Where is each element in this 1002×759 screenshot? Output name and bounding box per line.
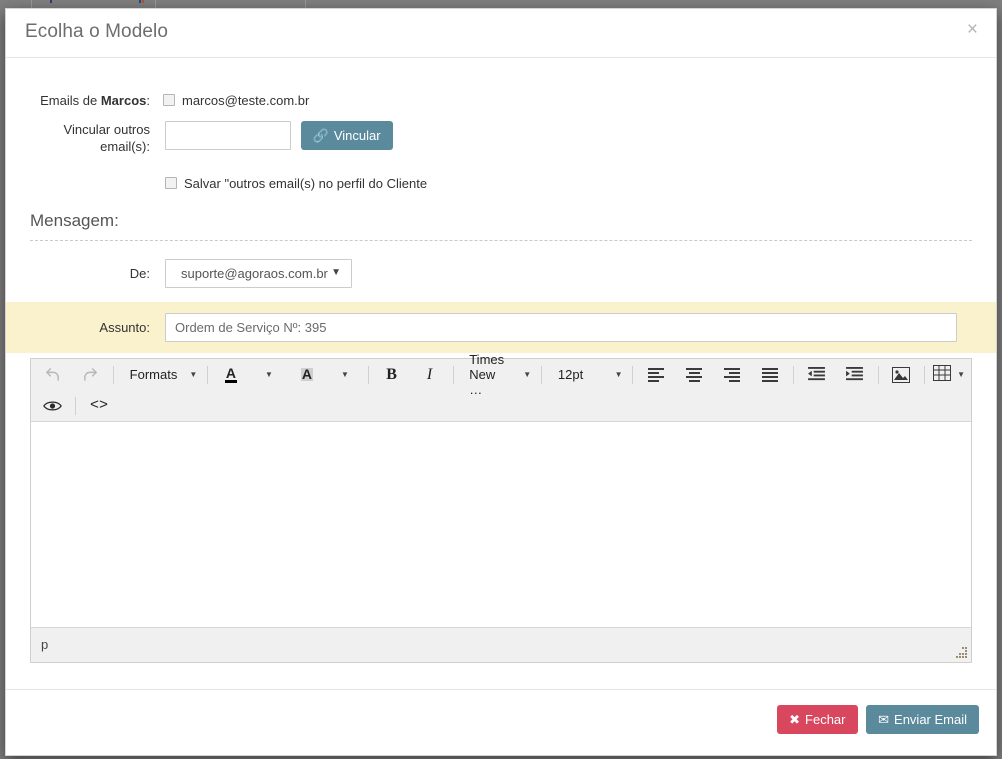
element-path[interactable]: p bbox=[41, 637, 48, 652]
subject-input[interactable] bbox=[165, 313, 957, 342]
toolbar-separator bbox=[793, 365, 794, 384]
save-other-emails-field: Salvar "outros email(s) no perfil do Cli… bbox=[163, 175, 996, 191]
outdent-icon[interactable] bbox=[798, 361, 836, 388]
chevron-down-icon: ▼ bbox=[331, 267, 341, 278]
choose-template-modal: Ecolha o Modelo × Emails de Marcos: marc… bbox=[5, 8, 997, 756]
other-emails-input[interactable] bbox=[165, 121, 291, 150]
emails-label-text: Emails de bbox=[40, 93, 101, 108]
modal-footer: ✖ Fechar ✉ Enviar Email bbox=[6, 689, 996, 755]
text-color-dropdown[interactable]: ▼ bbox=[250, 361, 288, 388]
from-row: De: suporte@agoraos.com.br ▼ bbox=[6, 259, 996, 291]
toolbar-separator bbox=[541, 365, 542, 384]
chevron-down-icon: ▼ bbox=[957, 370, 966, 379]
italic-button[interactable]: I bbox=[411, 361, 449, 388]
chevron-down-icon: ▼ bbox=[189, 370, 198, 379]
emails-field: marcos@teste.com.br bbox=[163, 92, 996, 108]
source-code-icon[interactable]: <> bbox=[80, 392, 118, 419]
close-button[interactable]: ✖ Fechar bbox=[777, 705, 858, 734]
chevron-down-icon: ▼ bbox=[523, 370, 532, 379]
link-other-emails-field: 🔗 Vincular bbox=[165, 121, 996, 150]
font-family-value: Times New … bbox=[469, 352, 505, 397]
image-icon[interactable] bbox=[882, 361, 920, 388]
message-section-title: Mensagem: bbox=[30, 211, 119, 230]
link-button[interactable]: 🔗 Vincular bbox=[300, 121, 393, 150]
link-icon: 🔗 bbox=[312, 128, 329, 143]
chevron-down-icon: ▼ bbox=[340, 370, 349, 379]
from-select[interactable]: suporte@agoraos.com.br ▼ bbox=[165, 259, 352, 288]
align-justify-icon[interactable] bbox=[751, 361, 789, 388]
table-icon bbox=[933, 365, 952, 384]
emails-label-colon: : bbox=[146, 93, 150, 108]
from-select-value: suporte@agoraos.com.br bbox=[181, 266, 328, 281]
formats-dropdown[interactable]: Formats ▼ bbox=[118, 361, 204, 388]
rich-text-editor: Formats ▼ A ▼ A ▼ B I Times New … ▼ 12pt… bbox=[30, 352, 972, 663]
bold-button[interactable]: B bbox=[373, 361, 411, 388]
link-other-emails-row: Vincular outros email(s): 🔗 Vincular bbox=[6, 121, 996, 155]
email-checkbox-line: marcos@teste.com.br bbox=[163, 92, 996, 108]
undo-icon[interactable] bbox=[33, 361, 71, 388]
email-checkbox[interactable] bbox=[163, 94, 175, 106]
background-color-dropdown[interactable]: ▼ bbox=[326, 361, 364, 388]
formats-label: Formats bbox=[129, 367, 178, 382]
x-mark-icon: ✖ bbox=[789, 712, 801, 727]
table-dropdown[interactable]: ▼ bbox=[929, 361, 969, 388]
font-size-dropdown[interactable]: 12pt ▼ bbox=[546, 361, 629, 388]
page-title: Ecolha o Modelo bbox=[25, 21, 169, 42]
align-center-icon[interactable] bbox=[675, 361, 713, 388]
toolbar-separator bbox=[113, 365, 114, 384]
toolbar-separator bbox=[367, 365, 369, 384]
font-size-value: 12pt bbox=[557, 367, 584, 382]
send-email-button[interactable]: ✉ Enviar Email bbox=[866, 705, 979, 734]
link-other-emails-label: Vincular outros email(s): bbox=[6, 121, 163, 155]
from-field: suporte@agoraos.com.br ▼ bbox=[165, 259, 996, 291]
close-button-label: Fechar bbox=[805, 712, 846, 727]
editor-statusbar: p bbox=[31, 627, 971, 662]
editor-toolbar: Formats ▼ A ▼ A ▼ B I Times New … ▼ 12pt… bbox=[31, 352, 971, 422]
editor-content-area[interactable] bbox=[31, 422, 971, 627]
background-color-button[interactable]: A bbox=[288, 361, 326, 388]
font-family-dropdown[interactable]: Times New … ▼ bbox=[457, 352, 537, 397]
align-left-icon[interactable] bbox=[637, 361, 675, 388]
section-divider bbox=[30, 240, 972, 241]
redo-icon[interactable] bbox=[71, 361, 109, 388]
toolbar-separator bbox=[877, 365, 879, 384]
chevron-down-icon: ▼ bbox=[614, 370, 623, 379]
subject-field bbox=[165, 313, 996, 342]
toolbar-separator bbox=[75, 396, 76, 415]
toolbar-separator bbox=[924, 365, 926, 384]
emails-label-name: Marcos bbox=[100, 93, 147, 108]
email-checkbox-label: marcos@teste.com.br bbox=[182, 93, 310, 108]
align-right-icon[interactable] bbox=[713, 361, 751, 388]
save-other-emails-checkbox[interactable] bbox=[165, 177, 177, 189]
save-other-emails-label: Salvar "outros email(s) no perfil do Cli… bbox=[184, 176, 428, 191]
indent-icon[interactable] bbox=[836, 361, 874, 388]
emails-row: Emails de Marcos: marcos@teste.com.br bbox=[6, 92, 996, 109]
link-other-emails-label-line1: Vincular outros bbox=[63, 122, 150, 137]
forecolor-a-icon: A bbox=[224, 364, 237, 383]
toolbar-separator bbox=[207, 365, 208, 384]
save-other-emails-row: Salvar "outros email(s) no perfil do Cli… bbox=[6, 175, 996, 191]
subject-row: Assunto: bbox=[6, 302, 996, 353]
modal-header: Ecolha o Modelo × bbox=[6, 9, 996, 58]
save-checkbox-line: Salvar "outros email(s) no perfil do Cli… bbox=[165, 175, 996, 191]
toolbar-separator bbox=[452, 365, 454, 384]
from-label: De: bbox=[129, 266, 150, 281]
chevron-down-icon: ▼ bbox=[264, 370, 273, 379]
editor-toolbar-row-1: Formats ▼ A ▼ A ▼ B I Times New … ▼ 12pt… bbox=[31, 352, 971, 397]
editor-resize-handle[interactable] bbox=[956, 647, 968, 659]
subject-label: Assunto: bbox=[99, 320, 150, 335]
preview-eye-icon[interactable] bbox=[33, 392, 71, 419]
link-button-label: Vincular bbox=[333, 128, 381, 143]
toolbar-separator bbox=[632, 365, 634, 384]
close-icon[interactable]: × bbox=[963, 18, 982, 41]
envelope-icon: ✉ bbox=[878, 712, 890, 727]
send-email-button-label: Enviar Email bbox=[894, 712, 967, 727]
backcolor-a-icon: A bbox=[300, 366, 313, 382]
link-other-emails-label-line2: email(s): bbox=[100, 139, 150, 154]
text-color-button[interactable]: A bbox=[212, 361, 250, 388]
modal-body: Emails de Marcos: marcos@teste.com.br Vi… bbox=[6, 92, 996, 663]
emails-label: Emails de Marcos: bbox=[6, 92, 163, 109]
